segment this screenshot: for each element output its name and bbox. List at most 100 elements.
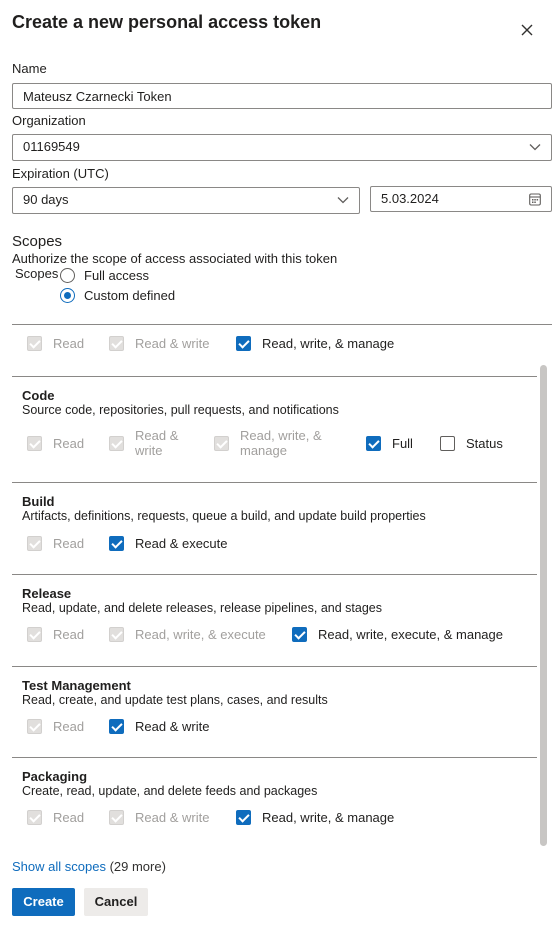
option-label: Read, write, & execute <box>135 627 266 642</box>
organization-value: 01169549 <box>23 139 80 154</box>
create-button[interactable]: Create <box>12 888 75 916</box>
group-title: Build <box>22 494 55 509</box>
scope-group-build: Build Artifacts, definitions, requests, … <box>12 483 537 575</box>
name-label: Name <box>12 61 47 76</box>
checkbox[interactable] <box>27 627 42 642</box>
option-label: Read & write <box>135 719 210 734</box>
checkbox[interactable] <box>292 627 307 642</box>
scope-option[interactable]: Read <box>27 436 84 451</box>
scope-option[interactable]: Full <box>366 436 413 451</box>
chevron-down-icon <box>529 144 541 151</box>
scope-option[interactable]: Read <box>27 719 84 734</box>
radio-button[interactable] <box>60 268 75 283</box>
checkbox[interactable] <box>27 719 42 734</box>
expiration-value: 90 days <box>23 192 69 207</box>
group-title: Packaging <box>22 769 88 784</box>
option-label: Read & execute <box>135 536 228 551</box>
show-all-scopes-link[interactable]: Show all scopes <box>12 859 106 874</box>
scope-group-packaging: Packaging Create, read, update, and dele… <box>12 758 537 848</box>
option-label: Read & write <box>135 810 210 825</box>
scope-option[interactable]: Read <box>27 536 84 551</box>
option-label: Read & write <box>135 428 179 458</box>
scope-option[interactable]: Read & execute <box>109 536 228 551</box>
dialog-title: Create a new personal access token <box>12 12 322 32</box>
scope-option[interactable]: Read <box>27 627 84 642</box>
scope-option[interactable]: Read <box>27 336 84 351</box>
scope-option[interactable]: Read, write, & manage <box>236 336 394 351</box>
checkbox[interactable] <box>109 536 124 551</box>
scope-group: Read Read & write Read, write, & manage <box>12 325 537 377</box>
radio-full-access[interactable]: Full access <box>60 268 149 283</box>
scrollbar[interactable] <box>540 365 547 846</box>
checkbox[interactable] <box>27 436 42 451</box>
option-label: Status <box>466 436 503 451</box>
checkbox[interactable] <box>109 627 124 642</box>
cancel-button[interactable]: Cancel <box>84 888 148 916</box>
radio-custom-defined[interactable]: Custom defined <box>60 288 175 303</box>
scopes-radio-label: Scopes <box>15 266 59 281</box>
scope-group-test-management: Test Management Read, create, and update… <box>12 667 537 758</box>
option-label: Read, write, & manage <box>240 428 322 458</box>
scope-option[interactable]: Read & write <box>109 810 209 825</box>
group-title: Code <box>22 388 55 403</box>
scopes-heading: Scopes <box>12 233 63 250</box>
checkbox[interactable] <box>27 810 42 825</box>
option-label: Read <box>53 536 85 551</box>
checkbox[interactable] <box>109 336 124 351</box>
scope-option[interactable]: Status <box>440 436 503 451</box>
group-description: Artifacts, definitions, requests, queue … <box>22 509 426 523</box>
checkbox[interactable] <box>109 436 124 451</box>
option-label: Read <box>53 810 85 825</box>
checkbox[interactable] <box>109 810 124 825</box>
scope-option[interactable]: Read, write, & manage <box>236 810 394 825</box>
checkbox[interactable] <box>27 536 42 551</box>
expiration-date-picker[interactable]: 5.03.2024 <box>370 186 552 212</box>
option-label: Read, write, & manage <box>262 336 395 351</box>
close-icon[interactable] <box>518 21 536 39</box>
expiration-label: Expiration (UTC) <box>12 166 109 181</box>
show-all-scopes: Show all scopes (29 more) <box>12 859 166 874</box>
checkbox[interactable] <box>440 436 455 451</box>
chevron-down-icon <box>337 197 349 204</box>
checkbox[interactable] <box>214 436 229 451</box>
checkbox[interactable] <box>236 336 251 351</box>
option-label: Read, write, & manage <box>262 810 395 825</box>
option-label: Read & write <box>135 336 210 351</box>
name-input[interactable] <box>23 84 551 108</box>
radio-label: Full access <box>84 268 150 283</box>
checkbox[interactable] <box>366 436 381 451</box>
more-count: (29 more) <box>109 859 166 874</box>
group-description: Create, read, update, and delete feeds a… <box>22 784 318 798</box>
expiration-dropdown[interactable]: 90 days <box>12 187 360 214</box>
radio-button[interactable] <box>60 288 75 303</box>
option-label: Read <box>53 336 85 351</box>
checkbox[interactable] <box>27 336 42 351</box>
scope-option[interactable]: Read & write <box>109 336 209 351</box>
group-description: Read, create, and update test plans, cas… <box>22 693 328 707</box>
organization-label: Organization <box>12 113 86 128</box>
option-label: Read <box>53 627 85 642</box>
radio-label: Custom defined <box>84 288 176 303</box>
option-label: Full <box>392 436 413 451</box>
scope-option[interactable]: Read & write <box>109 719 209 734</box>
calendar-icon[interactable] <box>529 192 541 206</box>
scope-group-release: Release Read, update, and delete release… <box>12 575 537 667</box>
scope-option[interactable]: Read, write, execute, & manage <box>292 627 503 642</box>
scopes-subtitle: Authorize the scope of access associated… <box>12 251 338 266</box>
name-field[interactable] <box>12 83 552 109</box>
group-description: Read, update, and delete releases, relea… <box>22 601 382 615</box>
scope-option[interactable]: Read <box>27 810 84 825</box>
scope-option[interactable]: Read, write, & manage <box>214 428 322 458</box>
scope-option[interactable]: Read & write <box>109 428 178 458</box>
option-label: Read <box>53 436 85 451</box>
checkbox[interactable] <box>236 810 251 825</box>
expiration-date-value: 5.03.2024 <box>381 191 439 206</box>
group-description: Source code, repositories, pull requests… <box>22 403 339 417</box>
scope-option[interactable]: Read, write, & execute <box>109 627 266 642</box>
group-title: Release <box>22 586 72 601</box>
option-label: Read, write, execute, & manage <box>318 627 503 642</box>
option-label: Read <box>53 719 85 734</box>
scope-list[interactable]: Read Read & write Read, write, & manage … <box>12 324 552 848</box>
checkbox[interactable] <box>109 719 124 734</box>
organization-dropdown[interactable]: 01169549 <box>12 134 552 161</box>
